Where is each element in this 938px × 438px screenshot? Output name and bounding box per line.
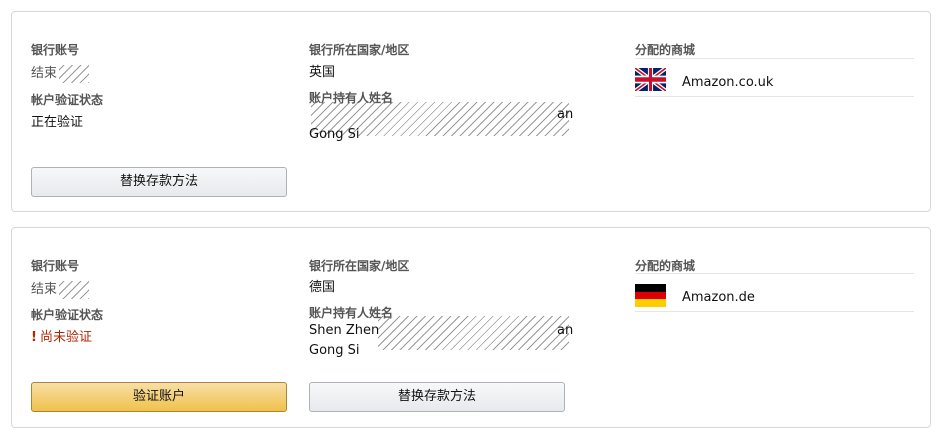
- marketplace-divider-bottom: [635, 96, 914, 97]
- replace-deposit-method-button[interactable]: 替换存款方法: [31, 167, 287, 197]
- account-number-prefix: 结束: [31, 66, 58, 81]
- bank-account-card-uk: 银行账号 结束 帐户验证状态 正在验证 银行所在国家/地区 英国 账户持有人姓名…: [11, 11, 931, 212]
- assigned-marketplace-label: 分配的商城: [635, 259, 696, 273]
- account-number-prefix: 结束: [31, 282, 58, 297]
- alert-icon: !: [31, 330, 37, 345]
- germany-flag-icon: [635, 284, 666, 307]
- marketplace-name: Amazon.de: [682, 290, 755, 305]
- account-number-value: 结束: [31, 278, 90, 299]
- account-holder-name-tail: an: [557, 323, 574, 338]
- account-number-value: 结束: [31, 62, 90, 83]
- account-holder-name-head: Shen Zhen: [309, 323, 380, 338]
- verify-account-button[interactable]: 验证账户: [31, 382, 287, 412]
- verification-status-label: 帐户验证状态: [31, 93, 104, 107]
- bank-country-value: 英国: [309, 65, 336, 80]
- replace-deposit-method-button[interactable]: 替换存款方法: [309, 382, 565, 412]
- bank-country-value: 德国: [309, 280, 336, 295]
- redacted-account-number: [59, 280, 90, 299]
- account-number-label: 银行账号: [31, 43, 80, 57]
- bank-account-card-de: 银行账号 结束 帐户验证状态 ! 尚未验证 银行所在国家/地区 德国 账户持有人姓…: [11, 227, 931, 428]
- marketplace-divider-top: [635, 58, 914, 59]
- bank-country-label: 银行所在国家/地区: [309, 43, 410, 57]
- account-holder-name-line2: Gong Si: [309, 127, 360, 142]
- account-number-label: 银行账号: [31, 259, 80, 273]
- redacted-holder-name: [378, 316, 569, 350]
- marketplace-name: Amazon.co.uk: [682, 75, 774, 90]
- verification-status-text: 尚未验证: [39, 330, 92, 345]
- redacted-account-number: [59, 64, 90, 83]
- account-holder-name-line2: Gong Si: [309, 343, 360, 358]
- uk-flag-icon: [635, 68, 666, 91]
- bank-country-label: 银行所在国家/地区: [309, 259, 410, 273]
- verification-status-value: 正在验证: [31, 115, 84, 130]
- account-holder-name-tail: an: [557, 107, 574, 122]
- marketplace-divider-bottom: [635, 311, 914, 312]
- verification-status-value: ! 尚未验证: [31, 326, 92, 345]
- marketplace-divider-top: [635, 273, 914, 274]
- verification-status-label: 帐户验证状态: [31, 308, 104, 322]
- assigned-marketplace-label: 分配的商城: [635, 43, 696, 57]
